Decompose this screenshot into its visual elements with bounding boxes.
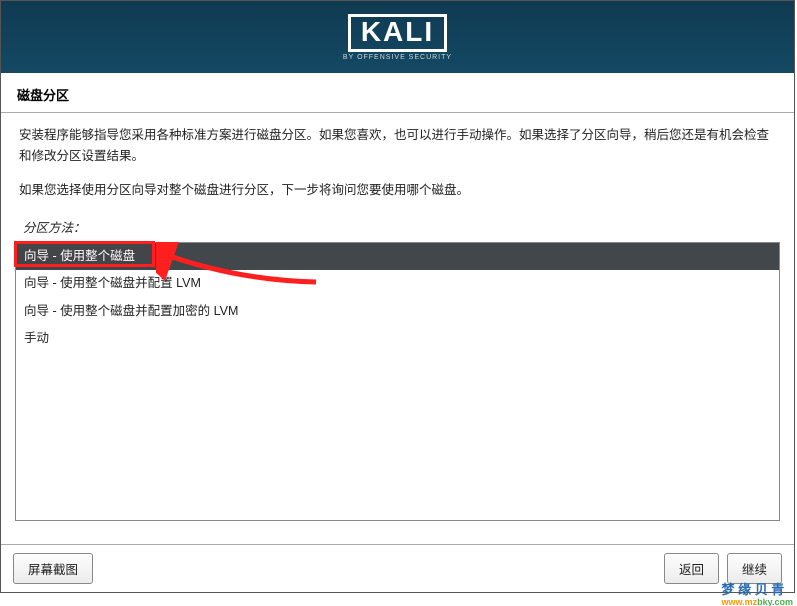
method-label: 分区方法： [1,217,794,240]
logo-text: KALI [361,18,434,46]
page-title: 磁盘分区 [1,73,794,113]
option-guided-lvm[interactable]: 向导 - 使用整个磁盘并配置 LVM [16,270,779,297]
continue-button[interactable]: 继续 [727,553,782,584]
back-button[interactable]: 返回 [664,553,719,584]
option-guided-encrypted-lvm[interactable]: 向导 - 使用整个磁盘并配置加密的 LVM [16,298,779,325]
option-manual[interactable]: 手动 [16,325,779,352]
partition-method-list[interactable]: 向导 - 使用整个磁盘 向导 - 使用整个磁盘并配置 LVM 向导 - 使用整个… [15,242,780,521]
footer-bar: 屏幕截图 返回 继续 [1,544,794,592]
option-guided-entire-disk[interactable]: 向导 - 使用整个磁盘 [16,243,779,270]
logo-subtitle: BY OFFENSIVE SECURITY [343,54,452,61]
kali-logo: KALI BY OFFENSIVE SECURITY [343,14,452,61]
instruction-text: 安装程序能够指导您采用各种标准方案进行磁盘分区。如果您喜欢，也可以进行手动操作。… [1,113,794,217]
screenshot-button[interactable]: 屏幕截图 [13,553,93,584]
installer-window: KALI BY OFFENSIVE SECURITY 磁盘分区 安装程序能够指导… [0,0,795,593]
intro-paragraph-2: 如果您选择使用分区向导对整个磁盘进行分区，下一步将询问您要使用哪个磁盘。 [19,180,776,201]
intro-paragraph-1: 安装程序能够指导您采用各种标准方案进行磁盘分区。如果您喜欢，也可以进行手动操作。… [19,125,776,168]
watermark-url: www.mzbky.com [721,598,793,606]
header-banner: KALI BY OFFENSIVE SECURITY [1,1,794,73]
